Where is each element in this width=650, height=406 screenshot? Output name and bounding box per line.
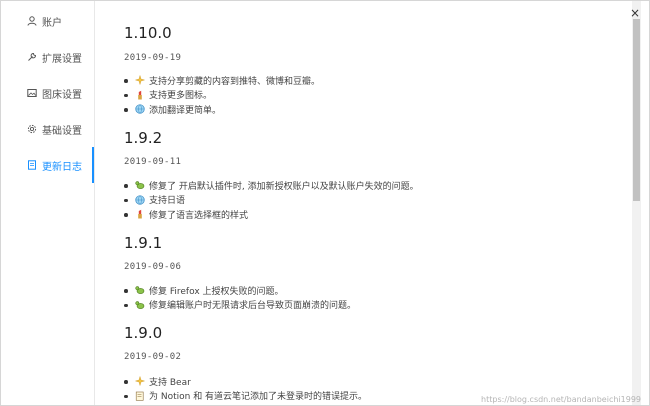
watermark: https://blog.csdn.net/bandanbeichi1999: [481, 395, 641, 404]
list-item: 修复了 开启默认插件时, 添加新授权账户以及默认账户失效的问题。: [124, 178, 419, 193]
sidebar-item-changelog[interactable]: 更新日志: [1, 147, 94, 183]
sparkles-icon: [134, 376, 145, 387]
sidebar-item-label: 图床设置: [42, 89, 82, 101]
list-item: 修复了语言选择框的样式: [124, 207, 419, 222]
wrench-icon: [26, 51, 38, 63]
version-date: 2019-09-11: [124, 157, 182, 167]
close-icon: ×: [629, 6, 641, 20]
sidebar: 账户 扩展设置 图床设置 基础设置 更新日志: [1, 1, 95, 405]
globe-icon: [134, 104, 145, 115]
version-heading: 1.9.2: [124, 129, 163, 147]
version-date: 2019-09-02: [124, 352, 182, 362]
sidebar-item-label: 基础设置: [42, 125, 82, 137]
version-heading: 1.9.0: [124, 324, 163, 342]
image-icon: [26, 87, 38, 99]
changelog-panel: 1.10.0 2019-09-19 支持分享剪藏的内容到推特、微博和豆瓣。 支持…: [95, 1, 631, 405]
change-list: 支持 Bear 为 Notion 和 有道云笔记添加了未登录时的错误提示。: [124, 374, 367, 403]
list-item: 支持 Bear: [124, 374, 367, 389]
change-list: 支持分享剪藏的内容到推特、微博和豆瓣。 支持更多图标。 添加翻译更简单。: [124, 73, 320, 117]
change-list: 修复 Firefox 上授权失败的问题。 修复编辑账户时无限请求后台导致页面崩溃…: [124, 283, 356, 312]
change-list: 修复了 开启默认插件时, 添加新授权账户以及默认账户失效的问题。 支持日语 修复…: [124, 178, 419, 222]
version-heading: 1.9.1: [124, 234, 163, 252]
settings-window: 账户 扩展设置 图床设置 基础设置 更新日志 1.10.0 2019-09-19…: [0, 0, 650, 406]
lipstick-icon: [134, 89, 145, 100]
globe-icon: [134, 194, 145, 205]
list-item: 为 Notion 和 有道云笔记添加了未登录时的错误提示。: [124, 389, 367, 404]
list-item: 修复编辑账户时无限请求后台导致页面崩溃的问题。: [124, 298, 356, 313]
list-item: 添加翻译更简单。: [124, 102, 320, 117]
bug-icon: [134, 180, 145, 191]
sidebar-item-label: 更新日志: [42, 161, 82, 173]
version-heading: 1.10.0: [124, 24, 172, 42]
user-icon: [26, 15, 38, 27]
sidebar-item-basic-settings[interactable]: 基础设置: [1, 111, 94, 147]
sidebar-item-extension-settings[interactable]: 扩展设置: [1, 39, 94, 75]
version-date: 2019-09-06: [124, 262, 182, 272]
bug-icon: [134, 299, 145, 310]
sidebar-item-image-host-settings[interactable]: 图床设置: [1, 75, 94, 111]
list-item: 支持日语: [124, 193, 419, 208]
sidebar-item-label: 扩展设置: [42, 53, 82, 65]
file-text-icon: [26, 159, 38, 171]
gear-icon: [26, 123, 38, 135]
list-item: 支持更多图标。: [124, 88, 320, 103]
version-date: 2019-09-19: [124, 53, 182, 63]
vertical-scrollbar[interactable]: [632, 1, 641, 405]
bug-icon: [134, 285, 145, 296]
list-item: 支持分享剪藏的内容到推特、微博和豆瓣。: [124, 73, 320, 88]
sparkles-icon: [134, 75, 145, 86]
lipstick-icon: [134, 209, 145, 220]
sidebar-item-label: 账户: [42, 17, 62, 29]
memo-icon: [134, 390, 145, 401]
sidebar-item-account[interactable]: 账户: [1, 3, 94, 39]
scrollbar-thumb[interactable]: [633, 19, 640, 201]
list-item: 修复 Firefox 上授权失败的问题。: [124, 283, 356, 298]
close-button[interactable]: ×: [629, 7, 641, 19]
